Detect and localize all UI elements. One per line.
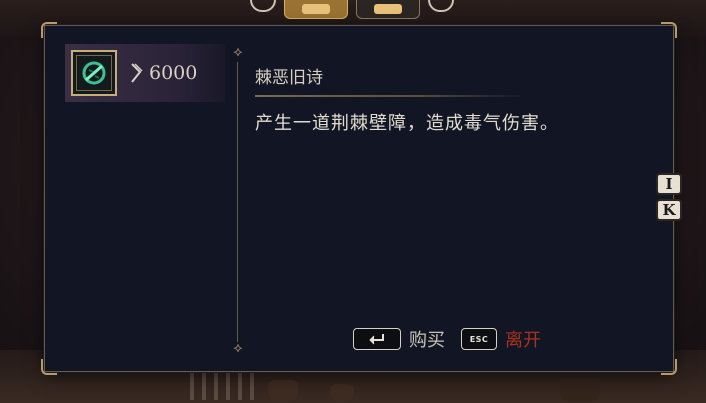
action-footer: 购买 ESC 离开 xyxy=(353,326,541,352)
thorn-spell-icon xyxy=(71,50,117,96)
side-key-k[interactable]: K xyxy=(656,199,682,221)
background-pot xyxy=(330,384,354,402)
book-icon xyxy=(374,4,402,14)
item-detail-title: 棘恶旧诗 xyxy=(255,68,323,88)
bag-icon xyxy=(302,4,330,14)
esc-key-icon[interactable]: ESC xyxy=(461,328,497,350)
tab-shop[interactable] xyxy=(284,0,348,19)
shop-list-item[interactable]: 6000 xyxy=(65,44,225,102)
background-railing xyxy=(190,372,260,400)
top-tab-strip xyxy=(250,0,454,20)
item-price-value: 6000 xyxy=(149,62,198,84)
divider-line xyxy=(237,62,238,342)
tab-left-round[interactable] xyxy=(250,0,276,12)
panel-corner xyxy=(41,22,57,38)
rune-currency-icon xyxy=(131,63,143,83)
tab-right-round[interactable] xyxy=(428,0,454,12)
background-pot xyxy=(560,378,600,402)
side-key-i[interactable]: I xyxy=(656,173,682,195)
panel-corner xyxy=(661,22,677,38)
divider-ornament: ⟡ xyxy=(233,44,243,60)
buy-button[interactable]: 购买 xyxy=(409,326,445,352)
tab-book[interactable] xyxy=(356,0,420,19)
shop-panel: 6000 ⟡ ⟡ 棘恶旧诗 产生一道荆棘壁障，造成毒气伤害。 购买 ESC 离开 xyxy=(41,22,677,375)
detail-title-underline xyxy=(255,95,525,97)
background-pot xyxy=(268,380,298,402)
panel-divider: ⟡ ⟡ xyxy=(232,42,244,358)
item-detail-description: 产生一道荆棘壁障，造成毒气伤害。 xyxy=(255,113,559,134)
panel-corner xyxy=(661,359,677,375)
enter-key-icon[interactable] xyxy=(353,328,401,350)
item-price: 6000 xyxy=(129,62,197,84)
leave-button[interactable]: 离开 xyxy=(505,326,541,352)
divider-ornament: ⟡ xyxy=(233,340,243,356)
panel-corner xyxy=(41,359,57,375)
